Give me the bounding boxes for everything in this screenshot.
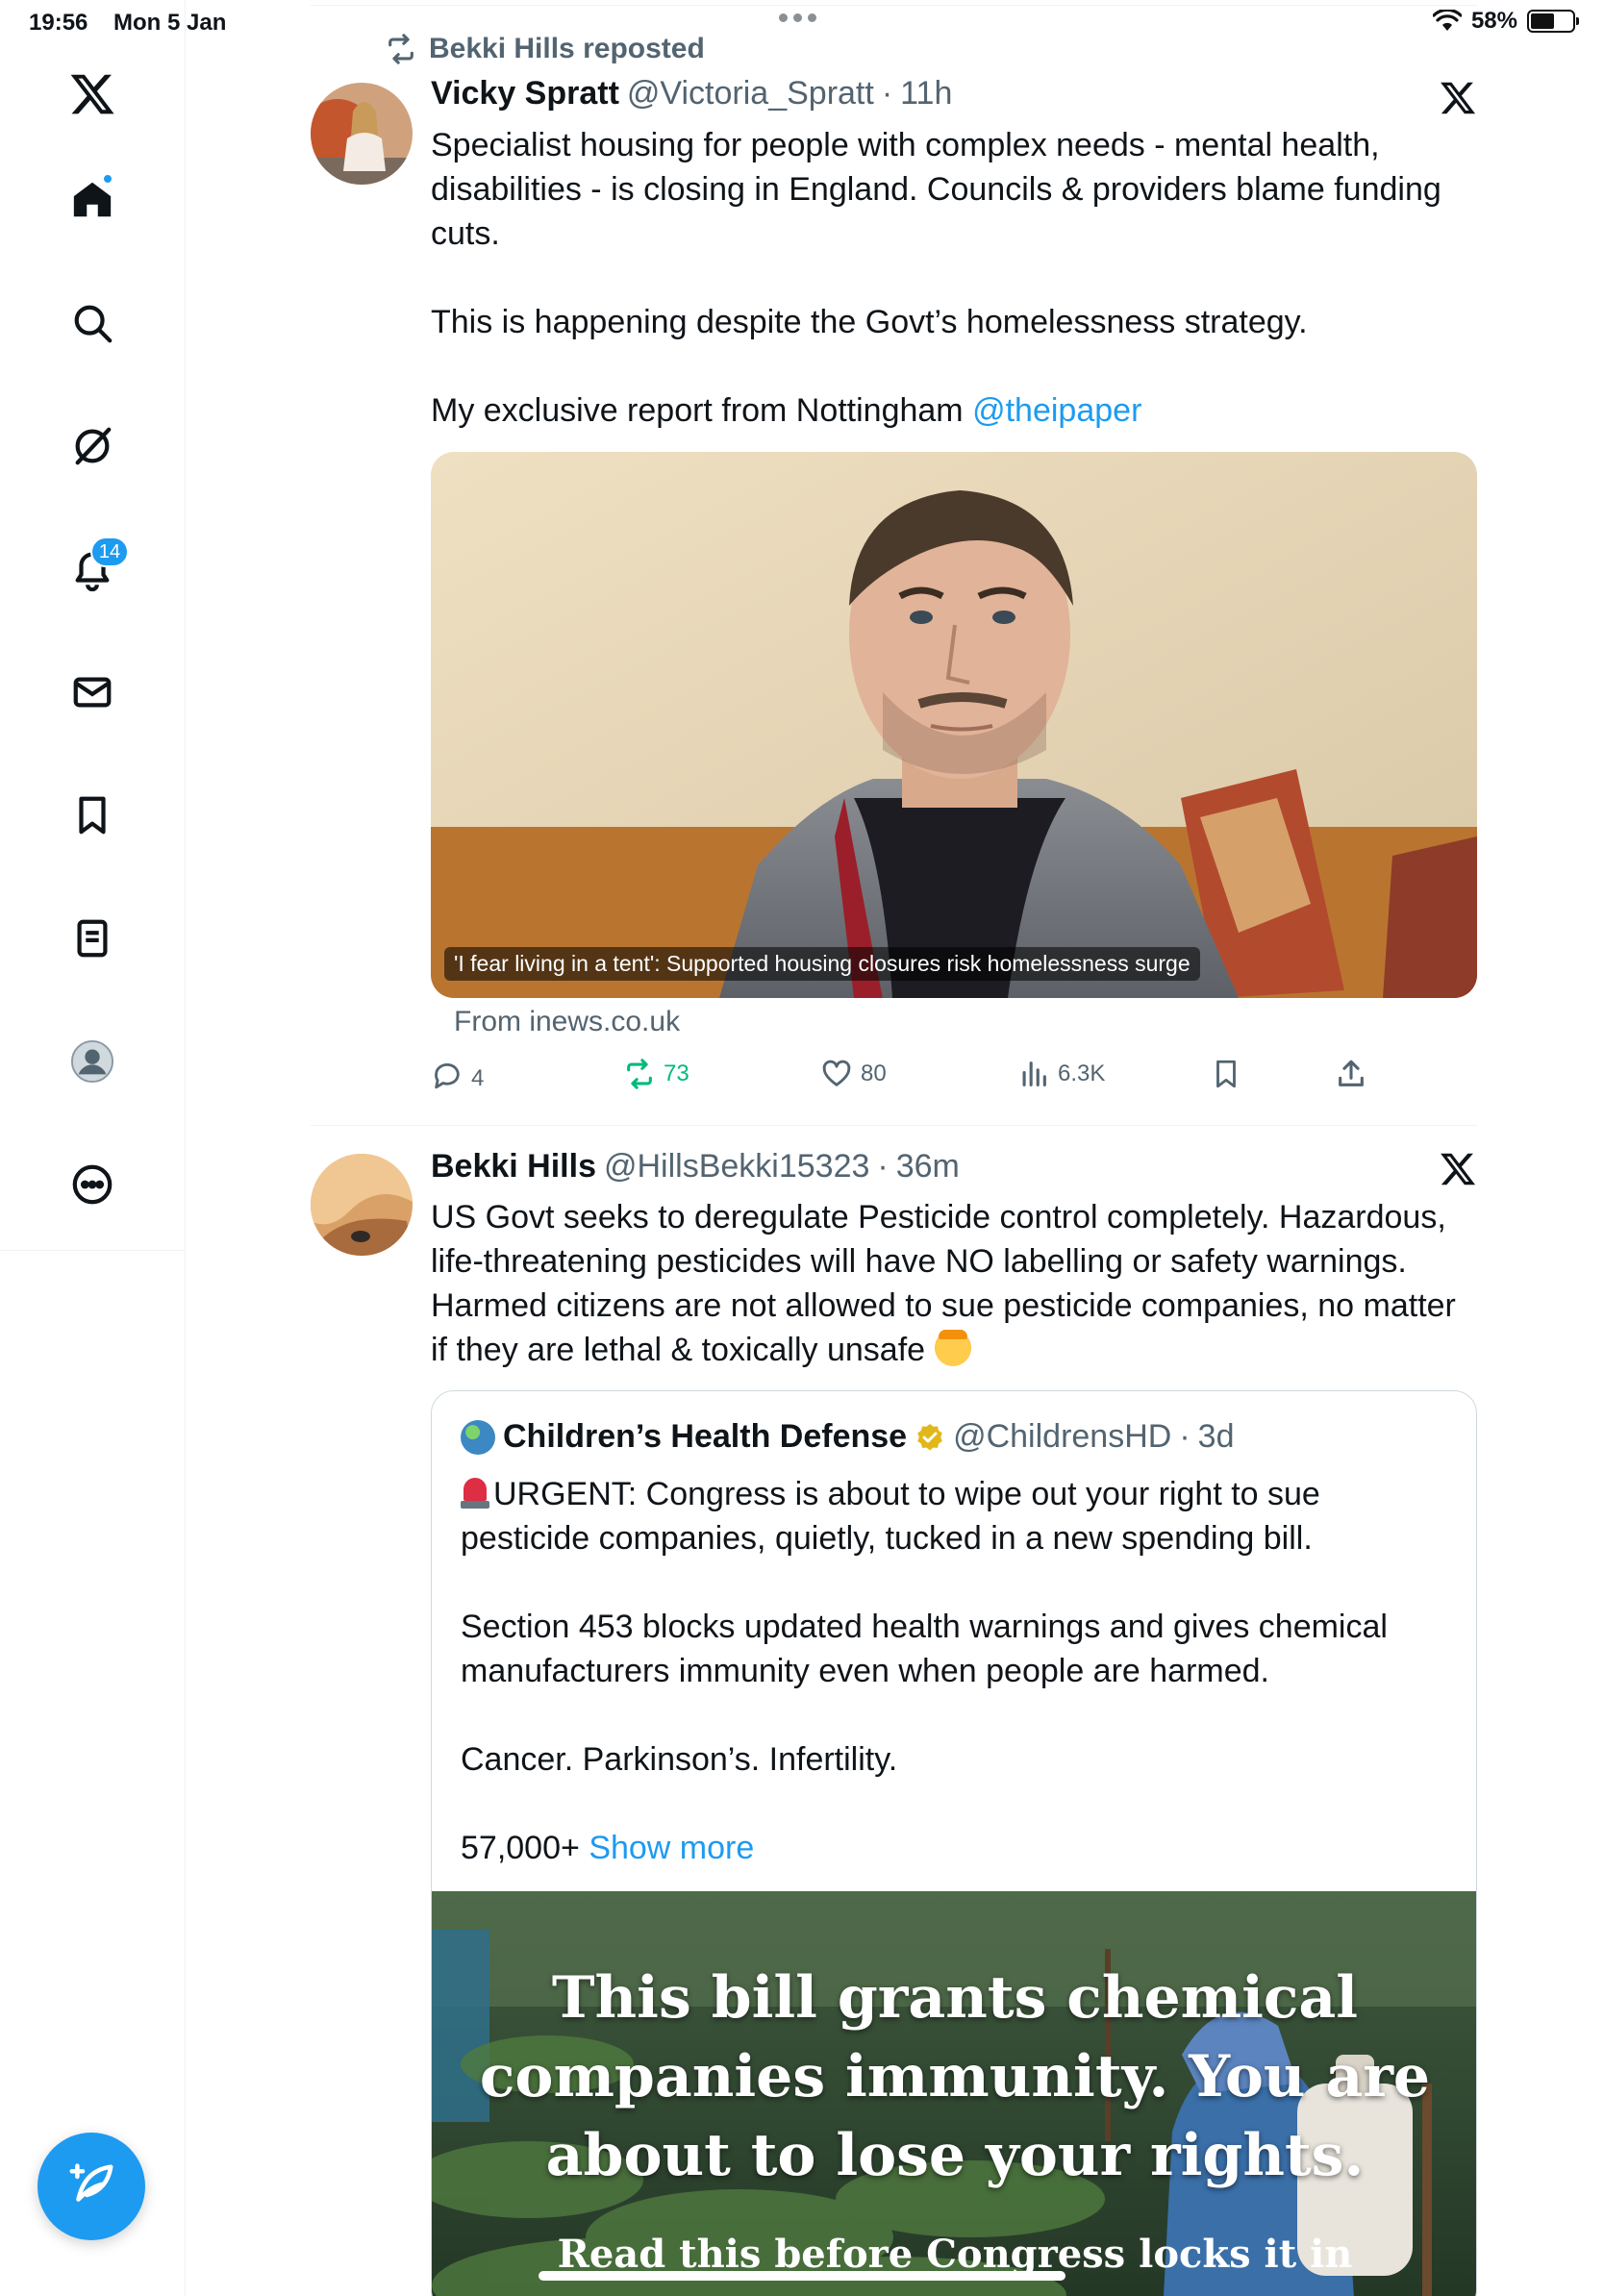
x-source-icon [1441,82,1476,114]
repost-label: Bekki Hills reposted [429,33,705,64]
quoted-post[interactable]: Children’s Health Defense @ChildrensHD ·… [431,1390,1477,2296]
compose-feather-icon [69,2163,113,2202]
sidebar-nav: 14 [0,0,186,2296]
notifications-badge: 14 [90,537,129,567]
heart-icon [822,1060,851,1086]
tweet-header: Bekki Hills @HillsBekki15323 · 36m [431,1148,960,1185]
share-icon [1339,1060,1364,1086]
media-headline-line: This bill grants chemical [551,1964,1359,2032]
profile-avatar-icon[interactable] [54,1023,131,1100]
quote-paragraph: Cancer. Parkinson’s. Infertility. [461,1741,898,1778]
search-icon[interactable] [54,285,131,362]
quote-paragraph: URGENT: Congress is about to wipe out yo… [461,1472,1451,1560]
more-options-icon[interactable] [54,1146,131,1223]
sidebar-divider [0,1250,186,1251]
x-logo-icon[interactable] [54,56,131,133]
media-subheadline: Read this before Congress locks it in [557,2232,1353,2277]
quote-paragraph-text: URGENT: Congress is about to wipe out yo… [461,1476,1320,1557]
multitasking-dots-icon[interactable] [779,13,816,22]
views-count: 6.3K [1058,1061,1106,1086]
reply-icon [435,1062,460,1089]
bookmarks-icon[interactable] [54,777,131,854]
avatar-bekki-hills[interactable] [311,1154,413,1256]
bookmark-button[interactable] [1210,1058,1242,1090]
battery-fill [1531,13,1555,29]
messages-envelope-icon[interactable] [54,654,131,731]
author-handle[interactable]: @Victoria_Spratt [627,75,874,112]
header-separator: · [877,1148,889,1185]
tweet-body: US Govt seeks to deregulate Pesticide co… [431,1195,1479,1372]
battery-icon [1527,10,1579,33]
notifications-bell-icon[interactable]: 14 [54,531,131,608]
share-button[interactable] [1335,1058,1367,1090]
reply-count: 4 [471,1065,485,1091]
grok-icon[interactable] [54,408,131,485]
author-name[interactable]: Vicky Spratt [431,75,619,112]
repost-count: 73 [664,1061,689,1086]
post-time[interactable]: 36m [896,1148,960,1185]
globe-avatar-icon [461,1419,495,1455]
views-chart-icon [1022,1061,1046,1086]
verified-badge-icon [917,1423,942,1450]
tweet-header: Vicky Spratt @Victoria_Spratt · 11h [431,75,952,112]
quote-post-time[interactable]: 3d [1198,1418,1235,1456]
quote-header: Children’s Health Defense @ChildrensHD ·… [461,1418,1234,1456]
bookmark-icon [1216,1060,1236,1088]
like-count: 80 [861,1061,887,1086]
tweet-paragraph: This is happening despite the Govt’s hom… [431,304,1308,340]
quote-author-handle[interactable]: @ChildrensHD [953,1418,1171,1456]
quote-paragraph: Section 453 blocks updated health warnin… [461,1609,1388,1689]
quote-paragraph-text: 57,000+ [461,1830,580,1866]
quote-author-name[interactable]: Children’s Health Defense [503,1418,907,1456]
show-more-link[interactable]: Show more [589,1830,754,1866]
x-source-icon [1441,1153,1476,1185]
news-photo [431,452,1477,998]
header-separator: · [881,75,893,112]
card-source[interactable]: From inews.co.uk [454,1006,680,1038]
status-right: 58% [1432,8,1579,35]
header-separator: · [1179,1418,1190,1455]
lists-icon[interactable] [54,900,131,977]
compose-post-button[interactable] [38,2133,145,2240]
card-caption: 'I fear living in a tent': Supported hou… [444,947,1200,981]
tweet-paragraph: US Govt seeks to deregulate Pesticide co… [431,1195,1479,1372]
siren-emoji-icon [461,1476,489,1509]
tweet-body: Specialist housing for people with compl… [431,123,1479,433]
quote-media-image[interactable]: This bill grants chemical companies immu… [432,1891,1476,2296]
feed-top-divider [311,5,1477,6]
tweet-divider [311,1125,1477,1126]
mention-link[interactable]: @theipaper [972,392,1141,429]
author-handle[interactable]: @HillsBekki15323 [604,1148,869,1185]
exploding-head-emoji-icon [934,1330,971,1366]
home-unread-dot [102,173,113,185]
tweet-paragraph-text: My exclusive report from Nottingham [431,392,964,429]
home-icon[interactable] [54,162,131,238]
repost-button[interactable]: 73 [623,1058,689,1090]
views-button[interactable]: 6.3K [1017,1058,1105,1090]
battery-percent: 58% [1470,8,1517,34]
like-button[interactable]: 80 [820,1058,887,1090]
wifi-icon [1432,10,1462,31]
quote-paragraph: 57,000+ Show more [461,1826,1451,1870]
home-indicator[interactable] [539,2271,1065,2281]
quote-body: URGENT: Congress is about to wipe out yo… [461,1472,1451,1870]
media-headline-line: companies immunity. You are [479,2043,1431,2110]
tweet-actions: 4 73 80 6.3K [431,1058,1479,1106]
reply-button[interactable]: 4 [431,1058,484,1092]
repost-indicator[interactable]: Bekki Hills reposted [385,33,705,65]
media-headline-line: about to lose your rights. [545,2122,1365,2189]
author-name[interactable]: Bekki Hills [431,1148,596,1185]
tweet-paragraph: My exclusive report from Nottingham @the… [431,388,1479,433]
avatar-vicky-spratt[interactable] [311,83,413,185]
link-card-image[interactable]: 'I fear living in a tent': Supported hou… [431,452,1477,998]
post-time[interactable]: 11h [900,75,952,112]
tweet-paragraph: Specialist housing for people with compl… [431,127,1441,252]
repost-icon [388,34,414,64]
repost-icon [627,1059,652,1089]
